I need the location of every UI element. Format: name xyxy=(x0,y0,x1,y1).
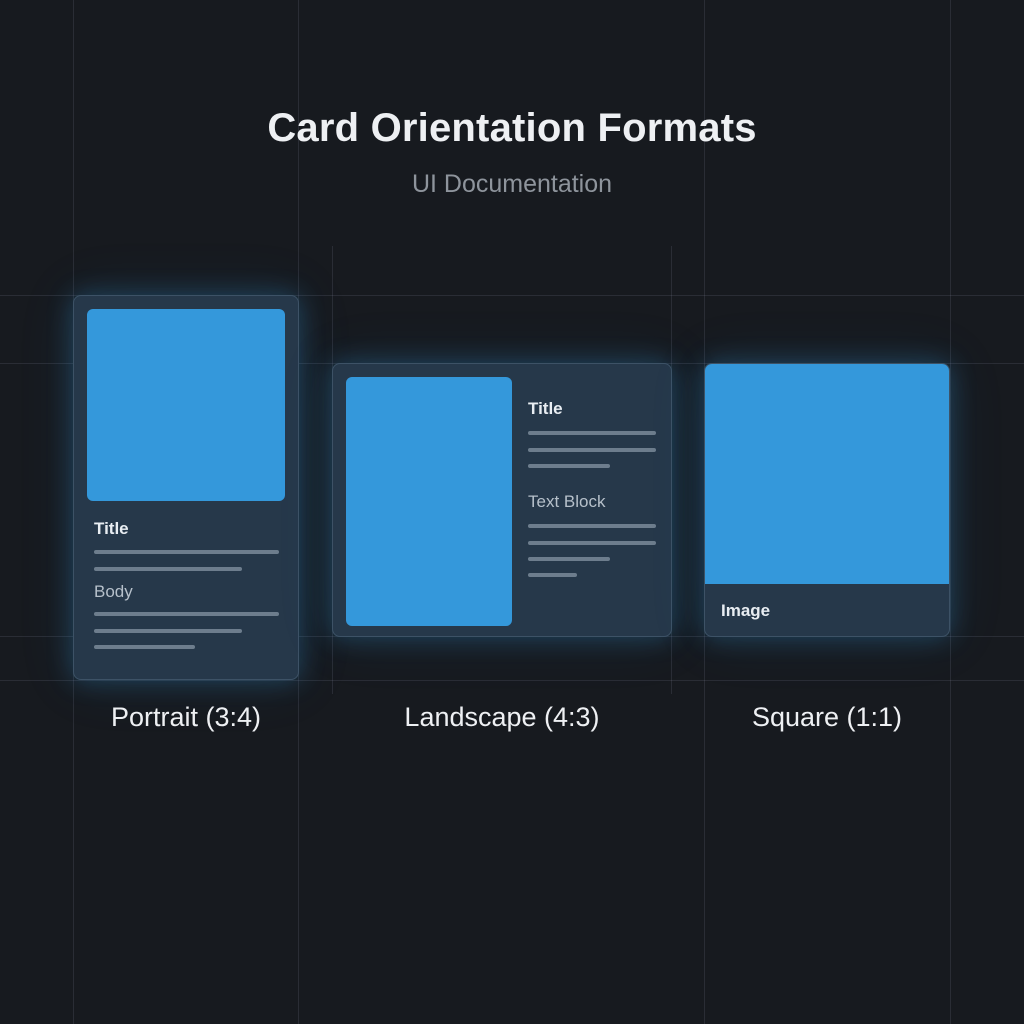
placeholder-line xyxy=(94,567,242,571)
landscape-card-title: Title xyxy=(528,399,563,418)
grid-line-vertical xyxy=(950,0,951,1024)
placeholder-line xyxy=(528,573,577,577)
portrait-caption: Portrait (3:4) xyxy=(110,702,262,732)
square-card-image-label: Image xyxy=(721,601,771,620)
landscape-card-text-block: Text Block xyxy=(528,492,606,511)
placeholder-line xyxy=(94,629,242,633)
page-title: Card Orientation Formats xyxy=(267,106,757,150)
placeholder-line xyxy=(528,541,656,545)
placeholder-line xyxy=(528,464,610,468)
landscape-card: Title Text Block xyxy=(332,363,672,637)
landscape-card-image xyxy=(346,377,512,626)
page-subtitle: UI Documentation xyxy=(411,170,613,198)
square-caption: Square (1:1) xyxy=(751,702,903,732)
portrait-card-body: Body xyxy=(94,582,133,601)
placeholder-line xyxy=(528,431,656,435)
portrait-card-title: Title xyxy=(94,519,129,538)
placeholder-line xyxy=(528,448,656,452)
placeholder-line xyxy=(94,550,279,554)
grid-line-horizontal xyxy=(0,680,1024,681)
placeholder-line xyxy=(94,645,195,649)
portrait-card-image xyxy=(87,309,285,501)
placeholder-line xyxy=(528,524,656,528)
square-card-image xyxy=(705,364,949,584)
landscape-caption: Landscape (4:3) xyxy=(404,702,600,732)
placeholder-line xyxy=(94,612,279,616)
portrait-card: Title Body xyxy=(73,295,299,680)
placeholder-line xyxy=(528,557,610,561)
square-card: Image xyxy=(704,363,950,637)
